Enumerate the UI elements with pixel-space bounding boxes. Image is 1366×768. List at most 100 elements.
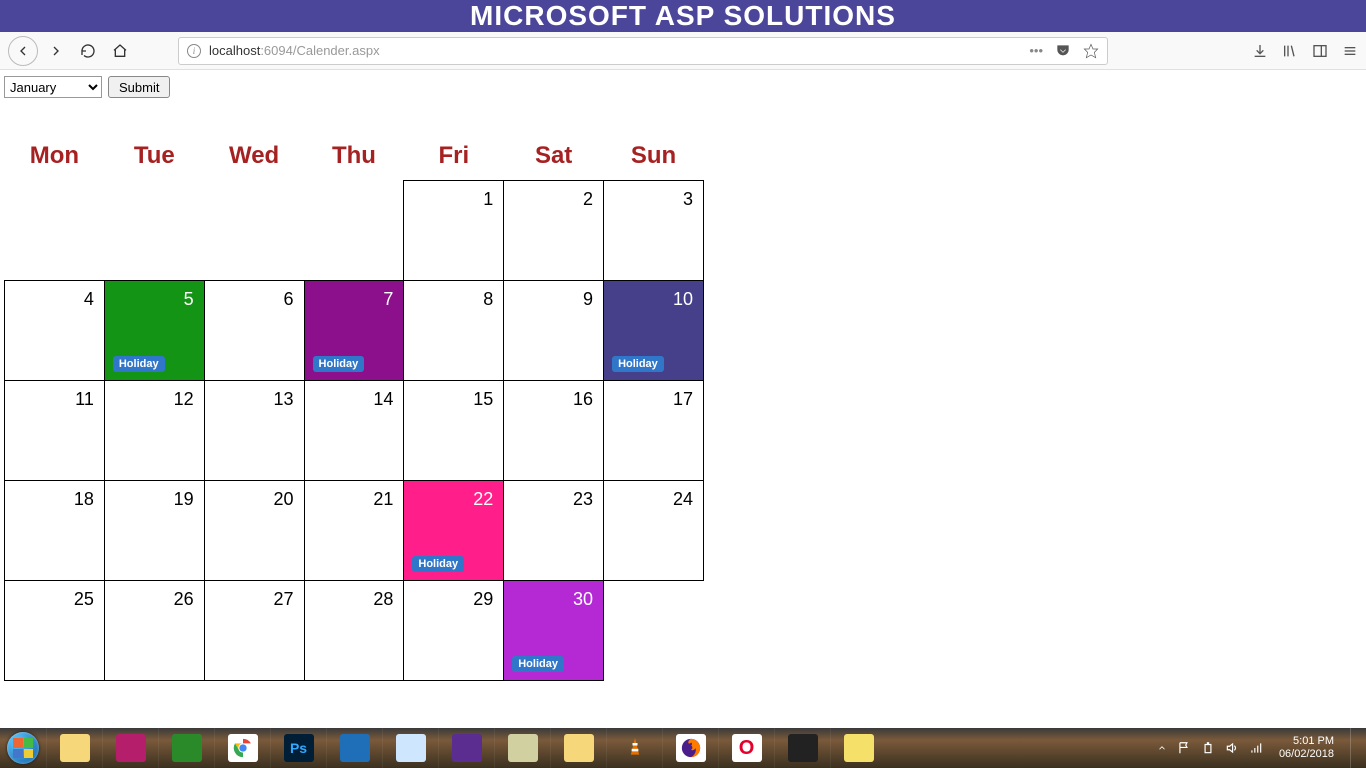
clock[interactable]: 5:01 PM 06/02/2018 <box>1273 735 1340 761</box>
day-number: 20 <box>215 489 294 510</box>
calendar-cell[interactable]: 5 Holiday <box>104 281 204 381</box>
calendar-cell[interactable]: 20 <box>204 481 304 581</box>
day-number: 27 <box>215 589 294 610</box>
firefox-icon <box>676 734 706 762</box>
holiday-badge: Holiday <box>113 356 165 372</box>
calendar-cell[interactable]: 11 <box>5 381 105 481</box>
more-icon[interactable]: ••• <box>1029 43 1043 58</box>
calendar-cell[interactable]: 12 <box>104 381 204 481</box>
day-number: 28 <box>315 589 394 610</box>
system-tray: 5:01 PM 06/02/2018 <box>1157 728 1366 768</box>
day-number: 5 <box>115 289 194 310</box>
calendar-cell[interactable]: 9 <box>504 281 604 381</box>
urlbar-right-icons: ••• <box>1029 43 1099 59</box>
day-number: 16 <box>514 389 593 410</box>
day-number: 13 <box>215 389 294 410</box>
calendar-cell[interactable]: 21 <box>304 481 404 581</box>
taskbar-app-visual-studio[interactable] <box>438 728 494 768</box>
calendar-cell <box>104 181 204 281</box>
library-icon[interactable] <box>1282 43 1298 59</box>
site-info-icon[interactable]: i <box>187 44 201 58</box>
viewer-icon <box>172 734 202 762</box>
banner-title: MICROSOFT ASP SOLUTIONS <box>470 0 896 31</box>
calendar-cell[interactable]: 7Holiday <box>304 281 404 381</box>
day-number: 26 <box>115 589 194 610</box>
calendar-cell[interactable]: 14 <box>304 381 404 481</box>
taskbar-app-sticky-notes[interactable] <box>830 728 886 768</box>
taskbar-app-terminal[interactable] <box>774 728 830 768</box>
home-button[interactable] <box>106 37 134 65</box>
downloads-icon[interactable] <box>1252 43 1268 59</box>
calendar-cell[interactable]: 27 <box>204 581 304 681</box>
page-banner: MICROSOFT ASP SOLUTIONS <box>0 0 1366 32</box>
calendar-cell[interactable]: 2 <box>504 181 604 281</box>
day-number: 11 <box>15 389 94 410</box>
taskbar-app-putty[interactable] <box>494 728 550 768</box>
weekday-header: Sun <box>604 136 704 181</box>
calendar-cell[interactable]: 16 <box>504 381 604 481</box>
day-number: 14 <box>315 389 394 410</box>
opera-icon: O <box>732 734 762 762</box>
flag-icon[interactable] <box>1177 741 1191 755</box>
calendar-cell[interactable]: 25 <box>5 581 105 681</box>
day-number: 6 <box>215 289 294 310</box>
taskbar-app-firefox[interactable] <box>662 728 718 768</box>
forward-button[interactable] <box>42 37 70 65</box>
network-icon[interactable] <box>1249 741 1263 755</box>
day-number: 3 <box>614 189 693 210</box>
calendar-row: 11 12 13 14 15 16 17 <box>5 381 704 481</box>
vscode-icon <box>340 734 370 762</box>
taskbar-app-heidi-sql[interactable] <box>102 728 158 768</box>
start-button[interactable] <box>0 728 46 768</box>
taskbar-app-vlc[interactable] <box>606 728 662 768</box>
sidebar-icon[interactable] <box>1312 43 1328 59</box>
tray-arrow-icon[interactable] <box>1157 743 1167 753</box>
taskbar-apps: Ps O <box>46 728 886 768</box>
calendar-cell[interactable]: 23 <box>504 481 604 581</box>
taskbar-app-chrome[interactable] <box>214 728 270 768</box>
calendar-cell[interactable]: 22Holiday <box>404 481 504 581</box>
power-icon[interactable] <box>1201 741 1215 755</box>
volume-icon[interactable] <box>1225 741 1239 755</box>
calendar-cell[interactable]: 24 <box>604 481 704 581</box>
calendar-cell[interactable]: 3 <box>604 181 704 281</box>
weekday-header: Wed <box>204 136 304 181</box>
taskbar-app-file-explorer[interactable] <box>46 728 102 768</box>
show-desktop-button[interactable] <box>1350 728 1360 768</box>
taskbar-app-opera[interactable]: O <box>718 728 774 768</box>
calendar-cell[interactable]: 28 <box>304 581 404 681</box>
calendar-cell[interactable]: 6 <box>204 281 304 381</box>
calendar-cell[interactable]: 26 <box>104 581 204 681</box>
taskbar-app-vscode[interactable] <box>326 728 382 768</box>
menu-icon[interactable] <box>1342 43 1358 59</box>
reload-button[interactable] <box>74 37 102 65</box>
notepad-icon <box>396 734 426 762</box>
calendar-cell[interactable]: 10Holiday <box>604 281 704 381</box>
taskbar-app-photoshop[interactable]: Ps <box>270 728 326 768</box>
calendar-cell[interactable]: 1 <box>404 181 504 281</box>
calendar-cell[interactable]: 4 <box>5 281 105 381</box>
pocket-icon[interactable] <box>1055 43 1071 59</box>
submit-button[interactable]: Submit <box>108 76 170 98</box>
toolbar-right <box>1252 43 1358 59</box>
star-icon[interactable] <box>1083 43 1099 59</box>
calendar-cell[interactable]: 29 <box>404 581 504 681</box>
calendar-cell[interactable]: 8 <box>404 281 504 381</box>
holiday-badge: Holiday <box>612 356 664 372</box>
url-bar[interactable]: i localhost:6094/Calender.aspx ••• <box>178 37 1108 65</box>
back-button[interactable] <box>8 36 38 66</box>
taskbar-app-notepad[interactable] <box>382 728 438 768</box>
calendar-cell[interactable]: 19 <box>104 481 204 581</box>
calendar-cell <box>304 181 404 281</box>
calendar-cell[interactable]: 13 <box>204 381 304 481</box>
day-number: 22 <box>414 489 493 510</box>
taskbar-app-explorer2[interactable] <box>550 728 606 768</box>
calendar-row: 25 26 27 28 2930Holiday <box>5 581 704 681</box>
taskbar-app-viewer[interactable] <box>158 728 214 768</box>
calendar-cell[interactable]: 30Holiday <box>504 581 604 681</box>
calendar-cell[interactable]: 17 <box>604 381 704 481</box>
month-select[interactable]: January <box>4 76 102 98</box>
browser-navbar: i localhost:6094/Calender.aspx ••• <box>0 32 1366 70</box>
calendar-cell[interactable]: 15 <box>404 381 504 481</box>
calendar-cell[interactable]: 18 <box>5 481 105 581</box>
